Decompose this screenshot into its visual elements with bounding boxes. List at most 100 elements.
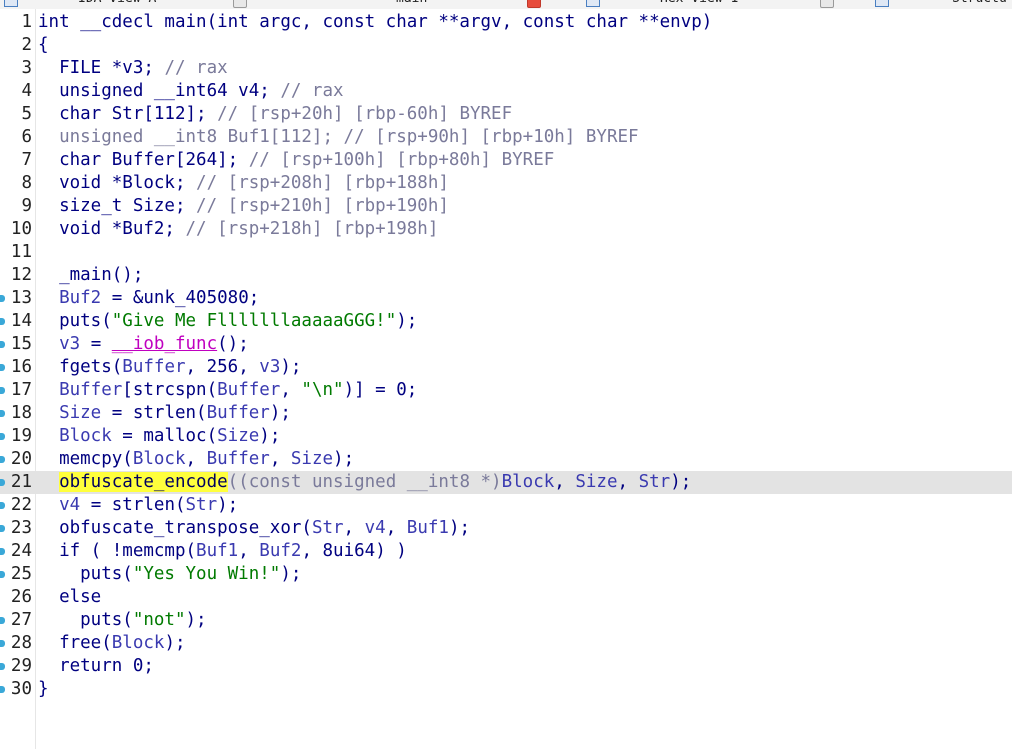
code-token[interactable]: Buf1 [407, 518, 449, 538]
code-line[interactable]: 18 Size = strlen(Buffer); [0, 402, 1012, 425]
code-token[interactable]: puts( [38, 311, 112, 331]
code-line[interactable]: 28 free(Block); [0, 632, 1012, 655]
code-line[interactable]: 23 obfuscate_transpose_xor(Str, v4, Buf1… [0, 517, 1012, 540]
code-token[interactable]: Size [291, 449, 333, 469]
tab-ida-view-a[interactable]: IDA View-A [78, 0, 156, 9]
code-text[interactable]: obfuscate_transpose_xor(Str, v4, Buf1); [38, 517, 470, 540]
code-token[interactable]: // [rsp+100h] [rbp+80h] BYREF [249, 150, 555, 170]
code-token[interactable]: v4 [59, 495, 80, 515]
code-text[interactable]: return 0; [38, 655, 154, 678]
code-line[interactable]: 26 else [0, 586, 1012, 609]
code-text[interactable]: void *Block; // [rsp+208h] [rbp+188h] [38, 172, 449, 195]
code-line[interactable]: 9 size_t Size; // [rsp+210h] [rbp+190h] [0, 195, 1012, 218]
code-line[interactable]: 19 Block = malloc(Size); [0, 425, 1012, 448]
code-text[interactable]: char Buffer[264]; // [rsp+100h] [rbp+80h… [38, 149, 554, 172]
code-token[interactable]: if ( !memcmp( [38, 541, 196, 561]
close-icon[interactable] [527, 0, 541, 8]
code-line[interactable]: 25 puts("Yes You Win!"); [0, 563, 1012, 586]
code-text[interactable]: void *Buf2; // [rsp+218h] [rbp+198h] [38, 218, 438, 241]
code-token[interactable]: Size [59, 403, 101, 423]
code-line[interactable]: 20 memcpy(Block, Buffer, Size); [0, 448, 1012, 471]
code-text[interactable]: Size = strlen(Buffer); [38, 402, 291, 425]
code-token[interactable]: , [186, 449, 207, 469]
code-token[interactable]: unsigned __int64 v4; [38, 81, 280, 101]
code-token[interactable]: Buffer [217, 380, 280, 400]
code-token[interactable] [38, 380, 59, 400]
code-token[interactable]: char Str[112]; [38, 104, 217, 124]
tab-structures[interactable]: Structu [952, 0, 1007, 9]
code-token[interactable]: FILE *v3; [38, 58, 164, 78]
code-token[interactable]: ); [217, 495, 238, 515]
code-line[interactable]: 4 unsigned __int64 v4; // rax [0, 80, 1012, 103]
code-token[interactable]: , 8ui64) ) [301, 541, 406, 561]
code-token[interactable]: puts( [38, 610, 133, 630]
code-line[interactable]: 16 fgets(Buffer, 256, v3); [0, 356, 1012, 379]
code-token[interactable]: Buf1 [196, 541, 238, 561]
code-text[interactable]: size_t Size; // [rsp+210h] [rbp+190h] [38, 195, 449, 218]
code-token[interactable] [38, 288, 59, 308]
code-line[interactable]: 22 v4 = strlen(Str); [0, 494, 1012, 517]
code-token[interactable]: return 0; [38, 656, 154, 676]
code-token[interactable]: = [80, 334, 112, 354]
code-token[interactable]: Buf2 [259, 541, 301, 561]
code-text[interactable]: obfuscate_encode((const unsigned __int8 … [38, 471, 691, 494]
code-line[interactable]: 3 FILE *v3; // rax [0, 57, 1012, 80]
breakpoint-marker-icon[interactable] [0, 686, 5, 693]
code-token[interactable]: Size [217, 426, 259, 446]
code-text[interactable]: puts("Give Me FlllllllaaaaaGGG!"); [38, 310, 417, 333]
breakpoint-marker-icon[interactable] [0, 387, 5, 394]
code-token[interactable]: } [38, 679, 49, 699]
code-token[interactable]: v3 [59, 334, 80, 354]
code-token[interactable] [38, 426, 59, 446]
code-token[interactable]: , [386, 518, 407, 538]
code-text[interactable]: Buffer[strcspn(Buffer, "\n")] = 0; [38, 379, 417, 402]
code-token[interactable]: int __cdecl main(int argc, const char **… [38, 12, 712, 32]
breakpoint-marker-icon[interactable] [0, 548, 5, 555]
code-text[interactable]: fgets(Buffer, 256, v3); [38, 356, 301, 379]
breakpoint-marker-icon[interactable] [0, 479, 5, 486]
code-token[interactable] [38, 403, 59, 423]
code-text[interactable]: _main(); [38, 264, 143, 287]
code-token[interactable]: ); [280, 357, 301, 377]
code-token[interactable]: ); [396, 311, 417, 331]
code-line[interactable]: 14 puts("Give Me FlllllllaaaaaGGG!"); [0, 310, 1012, 333]
code-token[interactable]: Buffer [207, 449, 270, 469]
code-token[interactable]: // [rsp+90h] [rbp+10h] BYREF [344, 127, 639, 147]
code-line[interactable]: 5 char Str[112]; // [rsp+20h] [rbp-60h] … [0, 103, 1012, 126]
code-token[interactable]: Size [575, 472, 617, 492]
code-text[interactable]: } [38, 678, 49, 701]
code-token[interactable]: = &unk_405080; [101, 288, 260, 308]
tab-main[interactable]: main [396, 0, 427, 9]
code-text[interactable]: unsigned __int8 Buf1[112]; // [rsp+90h] … [38, 126, 639, 149]
breakpoint-marker-icon[interactable] [0, 617, 5, 624]
close-icon[interactable] [820, 0, 834, 8]
code-token[interactable]: Str [312, 518, 344, 538]
code-text[interactable]: puts("not"); [38, 609, 206, 632]
code-token[interactable]: // [rsp+208h] [rbp+188h] [196, 173, 449, 193]
code-token[interactable]: // [rsp+210h] [rbp+190h] [196, 196, 449, 216]
code-token[interactable]: ); [333, 449, 354, 469]
code-token[interactable]: [strcspn( [122, 380, 217, 400]
code-token[interactable]: = strlen( [101, 403, 207, 423]
highlighted-identifier[interactable]: obfuscate_encode [59, 472, 228, 492]
breakpoint-marker-icon[interactable] [0, 364, 5, 371]
code-token[interactable] [38, 472, 59, 492]
code-line[interactable]: 2{ [0, 34, 1012, 57]
code-token[interactable]: void *Block; [38, 173, 196, 193]
code-line[interactable]: 6 unsigned __int8 Buf1[112]; // [rsp+90h… [0, 126, 1012, 149]
code-line[interactable]: 12 _main(); [0, 264, 1012, 287]
code-text[interactable]: { [38, 34, 49, 57]
code-token[interactable]: , [618, 472, 639, 492]
code-text[interactable]: memcpy(Block, Buffer, Size); [38, 448, 354, 471]
code-token[interactable]: Str [186, 495, 218, 515]
code-token[interactable]: "Give Me FlllllllaaaaaGGG!" [112, 311, 396, 331]
breakpoint-marker-icon[interactable] [0, 341, 5, 348]
code-token[interactable] [38, 334, 59, 354]
code-text[interactable]: v4 = strlen(Str); [38, 494, 238, 517]
code-text[interactable]: free(Block); [38, 632, 185, 655]
code-token[interactable]: __iob_func [112, 334, 217, 354]
code-token[interactable]: (); [217, 334, 249, 354]
code-token[interactable]: _main(); [38, 265, 143, 285]
code-token[interactable]: = malloc( [112, 426, 217, 446]
code-token[interactable]: Str [639, 472, 671, 492]
